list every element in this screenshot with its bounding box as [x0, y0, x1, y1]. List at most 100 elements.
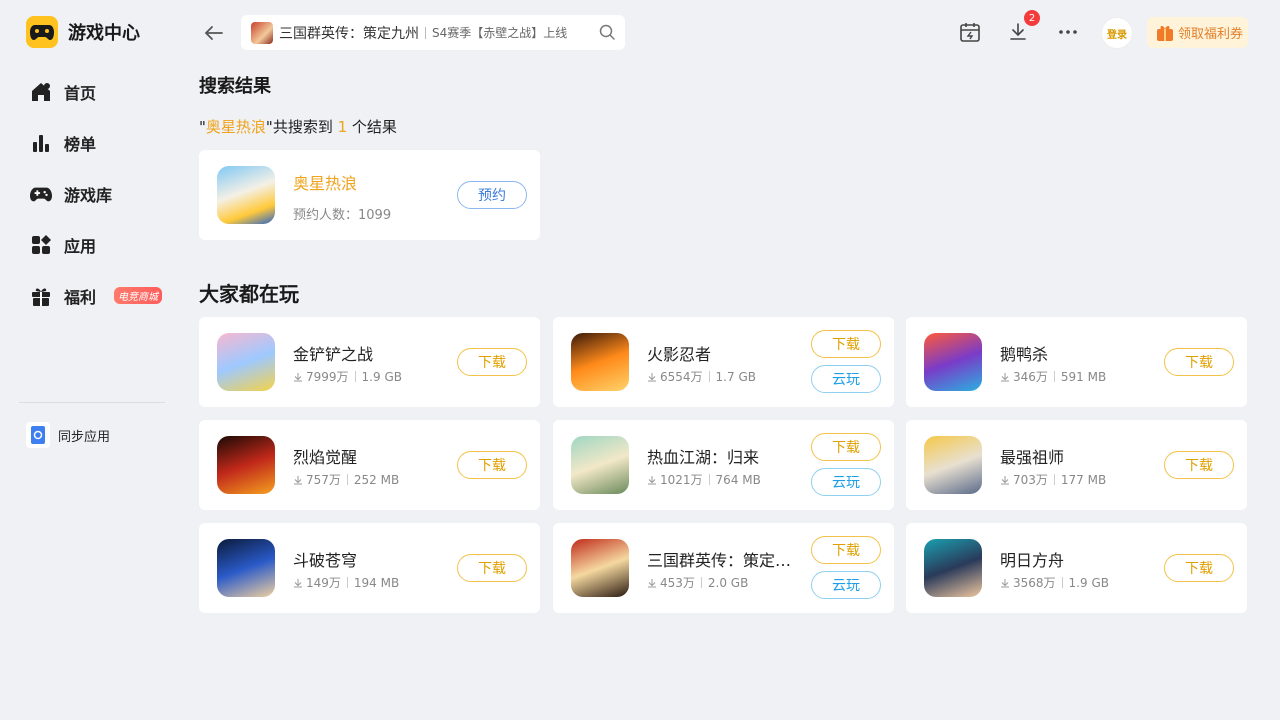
file-size: 591 MB: [1060, 369, 1107, 384]
download-button[interactable]: 下载: [457, 348, 527, 376]
game-meta: 3568万 1.9 GB: [1000, 574, 1109, 591]
download-button[interactable]: 下载: [1164, 451, 1234, 479]
meta-separator: [354, 371, 356, 382]
game-thumbnail: [217, 539, 275, 597]
more-icon[interactable]: [1056, 20, 1080, 44]
reserve-button[interactable]: 预约: [457, 181, 527, 209]
game-meta: 453万 2.0 GB: [647, 574, 748, 591]
login-button[interactable]: 登录: [1101, 17, 1133, 49]
download-count: 6554万: [660, 370, 703, 384]
game-thumbnail: [217, 166, 275, 224]
download-button[interactable]: 下载: [1164, 554, 1234, 582]
download-button[interactable]: 下载: [457, 451, 527, 479]
brand-title: 游戏中心: [68, 23, 140, 44]
game-card[interactable]: 热血江湖：归来 1021万 764 MB 下载 云玩: [553, 420, 894, 510]
cloud-play-button[interactable]: 云玩: [811, 468, 881, 496]
summary-keyword: 奥星热浪: [205, 118, 266, 136]
cloud-play-button[interactable]: 云玩: [811, 365, 881, 393]
sidebar-item-apps[interactable]: 应用: [18, 219, 168, 270]
file-size: 2.0 GB: [707, 575, 749, 590]
game-thumbnail: [924, 436, 982, 494]
download-count: 757万: [306, 473, 341, 487]
search-icon[interactable]: [599, 24, 616, 41]
sync-label: 同步应用: [58, 429, 111, 445]
download-count-icon: [294, 578, 302, 587]
reservation-count: 预约人数：1099: [293, 208, 392, 223]
game-thumbnail: [217, 333, 275, 391]
sidebar: 游戏中心 首页 榜单 游戏库 应用 福利 电竞商城 同步应用: [0, 0, 184, 720]
game-card[interactable]: 金铲铲之战 7999万 1.9 GB 下载: [199, 317, 540, 407]
search-input[interactable]: 三国群英传：策定九州 S4赛季【赤壁之战】上线: [241, 15, 625, 50]
claim-coupon-button[interactable]: 领取福利券: [1147, 17, 1248, 48]
sidebar-item-label: 福利: [64, 287, 97, 307]
download-button[interactable]: 下载: [811, 330, 881, 358]
sync-icon: [26, 422, 50, 448]
download-count-icon: [294, 372, 302, 381]
brand[interactable]: 游戏中心: [26, 16, 140, 48]
download-count: 1021万: [660, 473, 703, 487]
file-size: 1.7 GB: [715, 369, 756, 384]
search-separator: [425, 26, 426, 39]
download-button[interactable]: 下载: [457, 554, 527, 582]
game-card[interactable]: 最强祖师 703万 177 MB 下载: [906, 420, 1247, 510]
file-size: 252 MB: [353, 472, 400, 487]
download-count-icon: [1001, 578, 1009, 587]
game-card[interactable]: 火影忍者 6554万 1.7 GB 下载 云玩: [553, 317, 894, 407]
sync-apps-button[interactable]: 同步应用: [26, 422, 110, 448]
game-card[interactable]: 烈焰觉醒 757万 252 MB 下载: [199, 420, 540, 510]
game-controller-logo-icon: [26, 16, 58, 48]
download-count: 703万: [1013, 473, 1048, 487]
sidebar-item-welfare[interactable]: 福利 电竞商城: [18, 270, 168, 321]
coupon-gift-icon: [1155, 23, 1175, 43]
download-button[interactable]: 下载: [811, 536, 881, 564]
game-card[interactable]: 三国群英传：策定九州 453万 2.0 GB 下载 云玩: [553, 523, 894, 613]
download-count: 149万: [306, 576, 341, 590]
search-game-thumbnail: [251, 21, 273, 44]
download-count-badge: 2: [1024, 10, 1040, 26]
search-result-summary: "奥星热浪"共搜索到 1 个结果: [199, 116, 397, 137]
game-name: 最强祖师: [1000, 448, 1065, 467]
game-card[interactable]: 斗破苍穹 149万 194 MB 下载: [199, 523, 540, 613]
file-size: 1.9 GB: [361, 369, 402, 384]
game-card[interactable]: 明日方舟 3568万 1.9 GB 下载: [906, 523, 1247, 613]
meta-separator: [708, 371, 710, 382]
game-name: 斗破苍穹: [293, 551, 358, 570]
sidebar-divider: [19, 402, 165, 403]
sidebar-nav: 首页 榜单 游戏库 应用 福利 电竞商城: [18, 66, 168, 321]
sidebar-item-ranking[interactable]: 榜单: [18, 117, 168, 168]
game-name: 鹅鸭杀: [1000, 345, 1049, 364]
summary-tail: 个结果: [347, 118, 397, 136]
gamepad-icon: [30, 183, 52, 205]
sidebar-item-home[interactable]: 首页: [18, 66, 168, 117]
esports-mall-badge[interactable]: 电竞商城: [114, 287, 163, 304]
download-button[interactable]: 下载: [811, 433, 881, 461]
sidebar-item-game-library[interactable]: 游戏库: [18, 168, 168, 219]
download-count-icon: [294, 475, 302, 484]
back-arrow-icon[interactable]: [202, 22, 226, 44]
download-count: 7999万: [306, 370, 349, 384]
meta-separator: [700, 577, 702, 588]
download-count: 3568万: [1013, 576, 1056, 590]
meta-separator: [708, 474, 710, 485]
coupon-label: 领取福利券: [1178, 27, 1244, 42]
file-size: 1.9 GB: [1068, 575, 1109, 590]
sidebar-item-label: 游戏库: [64, 185, 113, 205]
download-button[interactable]: 下载: [1164, 348, 1234, 376]
apps-icon: [30, 234, 52, 256]
game-card[interactable]: 鹅鸭杀 346万 591 MB 下载: [906, 317, 1247, 407]
game-meta: 7999万 1.9 GB: [293, 368, 402, 385]
sidebar-item-label: 应用: [64, 236, 97, 256]
calendar-icon[interactable]: [958, 20, 982, 44]
game-thumbnail: [924, 539, 982, 597]
search-result-card[interactable]: 奥星热浪 预约人数：1099 预约: [199, 150, 540, 240]
meta-separator: [1061, 577, 1063, 588]
file-size: 764 MB: [715, 472, 761, 487]
home-icon: [30, 81, 52, 103]
gift-icon: [30, 285, 52, 307]
summary-quote: ": [199, 118, 206, 136]
ranking-icon: [30, 132, 52, 154]
game-name: 明日方舟: [1000, 551, 1065, 570]
game-thumbnail: [571, 436, 629, 494]
cloud-play-button[interactable]: 云玩: [811, 571, 881, 599]
file-size: 194 MB: [353, 575, 400, 590]
